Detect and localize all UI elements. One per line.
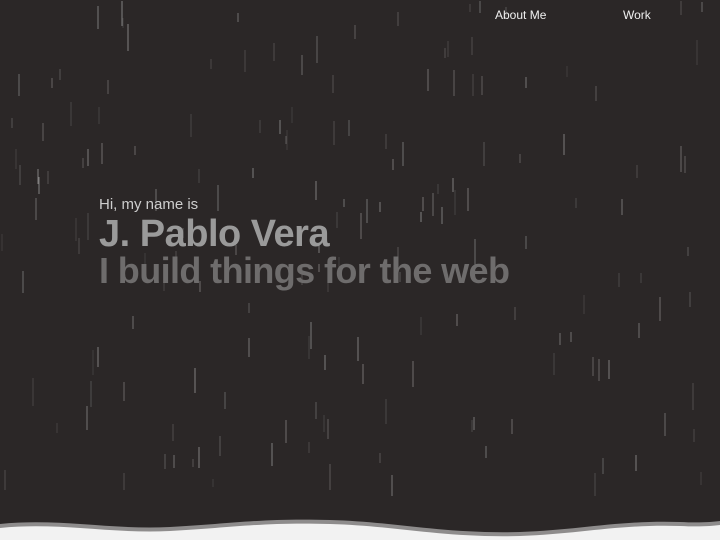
nav-link-work[interactable]: Work bbox=[623, 8, 651, 22]
hero-section: About Me Work Hi, my name is J. Pablo Ve… bbox=[0, 0, 720, 540]
greeting-text: Hi, my name is bbox=[99, 196, 199, 213]
nav-link-about-me[interactable]: About Me bbox=[495, 8, 546, 22]
intro-block: Hi, my name is J. Pablo Vera I build thi… bbox=[99, 195, 510, 291]
bottom-wave bbox=[0, 519, 720, 540]
top-nav: About Me Work bbox=[0, 8, 720, 22]
hero-tagline: I build things for the web bbox=[99, 250, 510, 291]
hero-name: J. Pablo Vera bbox=[99, 213, 330, 255]
